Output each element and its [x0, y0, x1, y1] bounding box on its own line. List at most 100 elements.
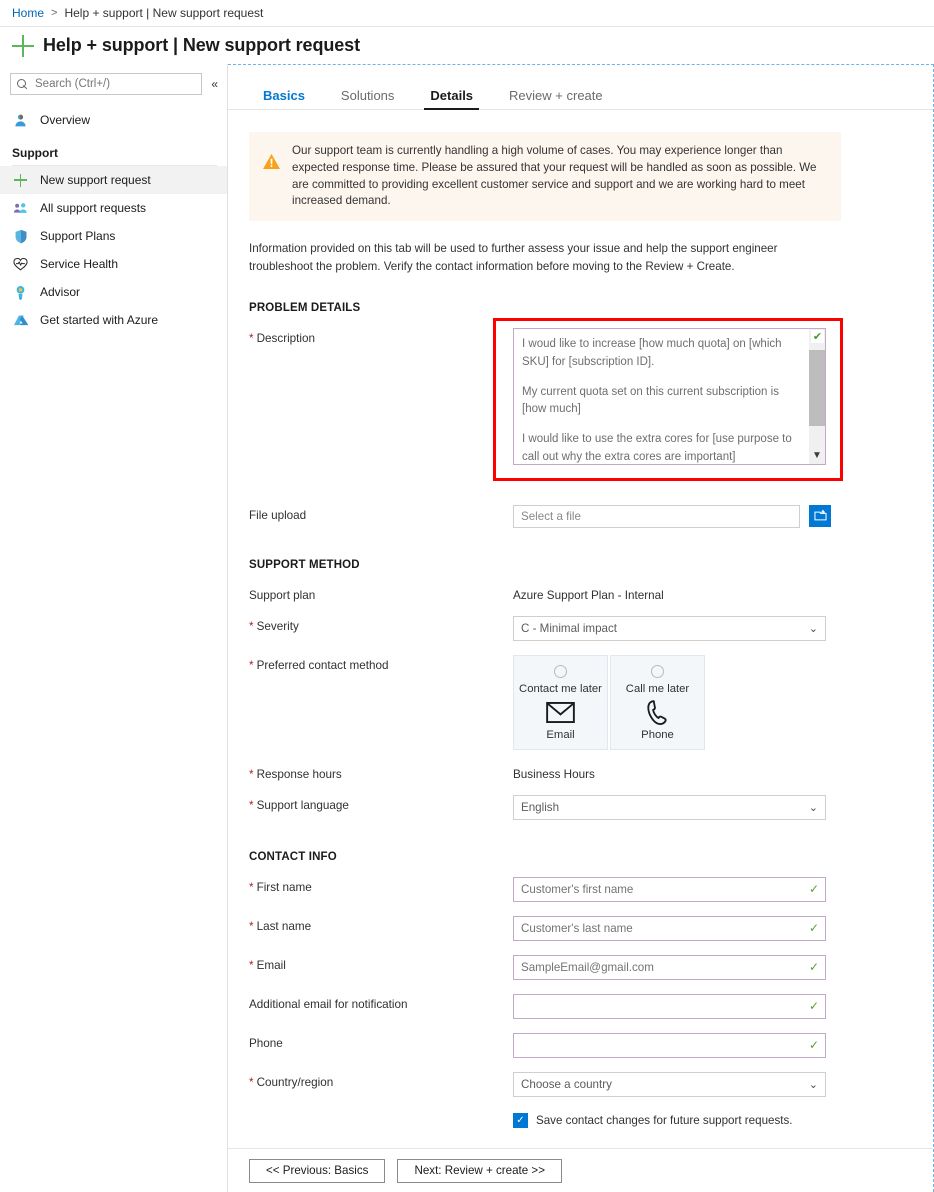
- input-value: Customer's last name: [521, 921, 633, 935]
- wizard-footer: << Previous: Basics Next: Review + creat…: [228, 1148, 933, 1192]
- field-label: * Email: [249, 955, 513, 972]
- sidebar-item-label: Get started with Azure: [40, 313, 159, 327]
- required-asterisk: *: [249, 880, 254, 894]
- sidebar-group-support: Support: [12, 146, 58, 160]
- radio-unselected-icon[interactable]: [554, 664, 567, 678]
- additional-email-input[interactable]: ✓: [513, 993, 826, 1019]
- sidebar-item-service-health[interactable]: Service Health: [0, 250, 227, 278]
- breadcrumb-home-link[interactable]: Home: [12, 6, 44, 20]
- sidebar-item-overview[interactable]: Overview: [0, 106, 227, 134]
- sidebar-item-new-support-request[interactable]: New support request: [0, 166, 227, 194]
- label-text: Support plan: [249, 588, 316, 602]
- breadcrumb-current: Help + support | New support request: [64, 6, 264, 20]
- description-paragraph: I would like to use the extra cores for …: [522, 433, 792, 464]
- high-volume-alert: Our support team is currently handling a…: [249, 132, 841, 222]
- browse-file-button[interactable]: [809, 505, 831, 528]
- country-region-select[interactable]: Choose a country ⌄: [513, 1071, 826, 1097]
- contact-method-sub: Phone: [641, 728, 674, 741]
- contact-method-title: Contact me later: [519, 682, 602, 695]
- field-label: * Country/region: [249, 1072, 513, 1089]
- plus-icon: [12, 34, 34, 57]
- person-icon: [12, 112, 29, 129]
- label-text: Additional email for notification: [249, 997, 408, 1011]
- field-first-name: * First name Customer's first name ✓: [249, 876, 933, 902]
- phone-icon: [645, 700, 670, 726]
- file-upload-placeholder: Select a file: [521, 509, 581, 523]
- next-review-create-button[interactable]: Next: Review + create >>: [397, 1158, 562, 1183]
- phone-input[interactable]: ✓: [513, 1032, 826, 1058]
- green-check-icon: ✔: [811, 329, 824, 343]
- sidebar-search-row: Search (Ctrl+/) «: [0, 73, 227, 95]
- save-contact-changes-checkbox[interactable]: ✓: [513, 1112, 528, 1128]
- sidebar-nav-list: Overview Support New support request All…: [0, 106, 227, 334]
- file-upload-input[interactable]: Select a file: [513, 504, 800, 528]
- advisor-icon: [12, 284, 29, 301]
- section-problem-details: PROBLEM DETAILS: [249, 301, 361, 314]
- search-input[interactable]: Search (Ctrl+/): [10, 73, 203, 95]
- warning-icon: [262, 153, 282, 176]
- field-label: * Severity: [249, 616, 513, 633]
- radio-unselected-icon[interactable]: [651, 664, 664, 678]
- green-check-icon: ✓: [808, 1038, 819, 1053]
- field-description: * Description I woud like to increase [ho…: [249, 317, 933, 481]
- contact-method-email-card[interactable]: Contact me later Email: [513, 654, 608, 750]
- chevron-down-icon: ⌄: [808, 622, 818, 635]
- contact-method-phone-card[interactable]: Call me later Phone: [610, 654, 705, 750]
- label-text: Preferred contact method: [256, 658, 389, 672]
- sidebar-item-get-started-with-azure[interactable]: Get started with Azure: [0, 306, 227, 334]
- label-text: Email: [256, 958, 286, 972]
- label-text: Response hours: [256, 767, 342, 781]
- email-input[interactable]: SampleEmail@gmail.com ✓: [513, 954, 826, 980]
- field-label: Additional email for notification: [249, 994, 513, 1011]
- input-value: Customer's first name: [521, 882, 634, 896]
- field-label: * Support language: [249, 795, 513, 812]
- field-label: * Description: [249, 328, 513, 345]
- sidebar-item-label: Service Health: [40, 257, 119, 271]
- tab-details[interactable]: Details: [418, 89, 485, 110]
- green-check-icon: ✓: [808, 921, 819, 936]
- field-label: * Preferred contact method: [249, 655, 513, 672]
- response-hours-value: Business Hours: [513, 767, 595, 781]
- description-textarea[interactable]: I woud like to increase [how much quota]…: [513, 327, 826, 465]
- tab-basics[interactable]: Basics: [251, 89, 317, 109]
- sidebar-item-all-support-requests[interactable]: All support requests: [0, 194, 227, 222]
- browse-folder-icon: [813, 509, 827, 524]
- support-language-select[interactable]: English ⌄: [513, 794, 826, 820]
- breadcrumb-separator: >: [51, 7, 58, 19]
- green-check-icon: ✓: [808, 882, 819, 897]
- required-asterisk: *: [249, 767, 254, 781]
- chevron-down-icon: ⌄: [808, 1078, 818, 1091]
- sidebar-item-support-plans[interactable]: Support Plans: [0, 222, 227, 250]
- green-check-icon: ✓: [808, 960, 819, 975]
- first-name-input[interactable]: Customer's first name ✓: [513, 876, 826, 902]
- label-text: Country/region: [256, 1075, 334, 1089]
- collapse-sidebar-button[interactable]: «: [208, 76, 221, 92]
- tab-solutions[interactable]: Solutions: [329, 89, 406, 109]
- description-scrollbar[interactable]: ✔ ▼: [808, 328, 825, 464]
- main-content-panel: Basics Solutions Details Review + create: [228, 64, 934, 1192]
- search-icon: [17, 78, 28, 90]
- tab-review-create[interactable]: Review + create: [497, 89, 615, 109]
- field-severity: * Severity C - Minimal impact ⌄: [249, 615, 933, 641]
- required-asterisk: *: [249, 798, 254, 812]
- scrollbar-thumb[interactable]: [809, 349, 825, 426]
- breadcrumb: Home > Help + support | New support requ…: [0, 0, 934, 27]
- last-name-input[interactable]: Customer's last name ✓: [513, 915, 826, 941]
- severity-select[interactable]: C - Minimal impact ⌄: [513, 615, 826, 641]
- support-plan-value: Azure Support Plan - Internal: [513, 588, 664, 602]
- section-contact-info: CONTACT INFO: [249, 850, 337, 863]
- label-text: Support language: [256, 798, 349, 812]
- sidebar: Search (Ctrl+/) « Overview Support New s…: [0, 64, 228, 1192]
- field-last-name: * Last name Customer's last name ✓: [249, 915, 933, 941]
- required-asterisk: *: [249, 958, 254, 972]
- plus-icon: [12, 172, 29, 189]
- details-form: Our support team is currently handling a…: [228, 110, 933, 1128]
- sidebar-item-advisor[interactable]: Advisor: [0, 278, 227, 306]
- heart-pulse-icon: [12, 256, 29, 273]
- shield-icon: [12, 228, 29, 245]
- envelope-icon: [546, 700, 575, 726]
- input-value: SampleEmail@gmail.com: [521, 960, 654, 974]
- previous-basics-button[interactable]: << Previous: Basics: [249, 1158, 386, 1183]
- triangle-down-icon[interactable]: ▼: [809, 450, 825, 461]
- field-phone: Phone ✓: [249, 1032, 933, 1058]
